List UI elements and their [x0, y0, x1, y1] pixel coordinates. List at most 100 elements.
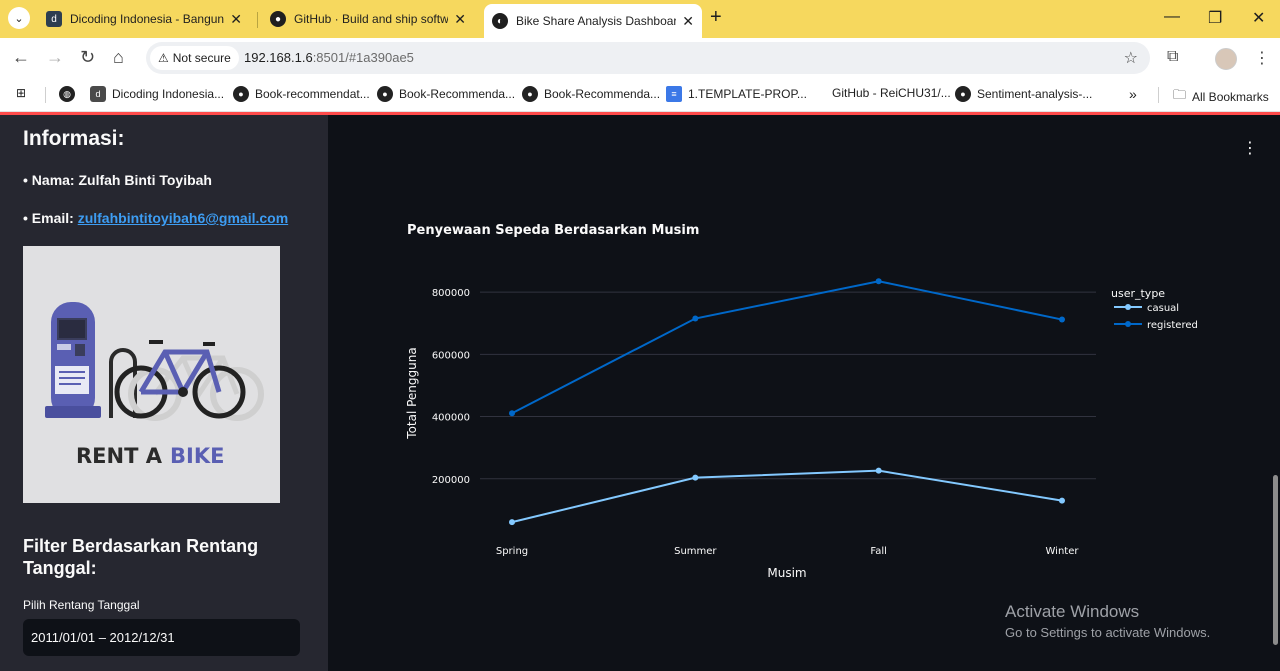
activate-windows-subtitle: Go to Settings to activate Windows. [1005, 625, 1211, 640]
more-bookmarks-icon[interactable]: » [1129, 86, 1137, 102]
sidebar-title: Informasi: [23, 127, 125, 150]
bike-illustration: RENT A BIKE [45, 302, 264, 468]
bookmark-star-icon[interactable]: ☆ [1124, 48, 1138, 68]
github-icon: ● [377, 86, 393, 102]
bookmark-label: Book-Recommenda... [544, 87, 661, 101]
series-line-registered [511, 280, 1063, 415]
bookmark-item[interactable]: ● Sentiment-analysis-... [955, 86, 1092, 102]
close-icon[interactable]: ✕ [230, 11, 242, 28]
streamlit-icon: ◐ [492, 13, 508, 29]
github-icon: ● [522, 86, 538, 102]
url-path: :8501/#1a390ae5 [312, 50, 414, 65]
data-point-registered [1059, 316, 1065, 323]
home-icon[interactable]: ⌂ [113, 47, 124, 68]
bookmark-label: GitHub - ReiCHU31/... [832, 86, 951, 100]
season-line-chart[interactable]: Penyewaan Sepeda Berdasarkan Musim 20000… [328, 115, 1280, 671]
close-icon[interactable]: ✕ [682, 13, 694, 30]
bookmark-label: Book-recommendat... [255, 87, 370, 101]
email-line: • Email: zulfahbintitoyibah6@gmail.com [23, 210, 288, 226]
new-tab-button[interactable]: + [710, 6, 722, 29]
tab-bike-share[interactable]: ◐ Bike Share Analysis Dashboard ✕ [484, 4, 702, 38]
menu-kebab-icon[interactable]: ⋮ [1254, 48, 1270, 68]
profile-avatar[interactable] [1215, 48, 1237, 70]
date-range-label: Pilih Rentang Tanggal [23, 598, 140, 612]
bookmark-item[interactable]: ≡ 1.TEMPLATE-PROP... [666, 86, 807, 102]
x-tick-label: Winter [1046, 546, 1080, 557]
globe-icon[interactable]: ◍ [59, 86, 81, 102]
extensions-icon[interactable]: ⧉ [1167, 48, 1178, 66]
data-point-casual [1059, 497, 1065, 504]
bookmark-label: Book-Recommenda... [399, 87, 516, 101]
tab-github[interactable]: ● GitHub · Build and ship softwar ✕ [262, 4, 474, 34]
bookmark-item[interactable]: ● Book-recommendat... [233, 86, 370, 102]
x-tick-label: Summer [674, 546, 717, 557]
date-range-input[interactable]: 2011/01/01 – 2012/12/31 [23, 619, 300, 656]
folder-icon: 🗀 [1173, 87, 1187, 102]
minimize-icon[interactable]: — [1164, 8, 1180, 26]
activate-windows-title: Activate Windows [1005, 602, 1140, 621]
back-icon[interactable]: ← [12, 47, 30, 68]
legend-marker-casual [1125, 304, 1131, 310]
x-axis-label: Musim [767, 566, 806, 580]
apps-grid-icon[interactable]: ⊞ [16, 86, 26, 100]
close-icon[interactable]: ✕ [454, 11, 466, 28]
tab-title: GitHub · Build and ship softwar [294, 12, 449, 26]
bookmark-label: 1.TEMPLATE-PROP... [688, 87, 807, 101]
chart-title: Penyewaan Sepeda Berdasarkan Musim [407, 223, 699, 238]
bookmark-item[interactable]: GitHub - ReiCHU31/... [832, 86, 951, 100]
y-tick-label: 200000 [432, 475, 470, 486]
data-point-casual [692, 474, 699, 481]
filter-title: Filter Berdasarkan Rentang Tanggal: [23, 536, 259, 578]
warning-icon: ⚠ [158, 51, 169, 65]
y-tick-label: 400000 [432, 413, 470, 424]
github-icon: ● [955, 86, 971, 102]
security-label: Not secure [172, 51, 231, 65]
url-text: 192.168.1.6:8501/#1a390ae5 [244, 50, 414, 65]
tab-strip: ⌄ d Dicoding Indonesia - Bangun K ✕ ● Gi… [0, 0, 1280, 38]
bookmark-item[interactable]: ● Book-Recommenda... [522, 86, 660, 102]
x-tick-label: Spring [496, 546, 528, 557]
dicoding-icon: d [46, 11, 62, 27]
close-window-icon[interactable]: ✕ [1252, 8, 1265, 28]
email-prefix: • Email: [23, 210, 78, 226]
bookmark-item[interactable]: d Dicoding Indonesia... [90, 86, 224, 102]
bookmark-item[interactable]: ● Book-Recommenda... [377, 86, 515, 102]
bookmark-label: Sentiment-analysis-... [977, 87, 1093, 101]
name-line: • Nama: Zulfah Binti Toyibah [23, 172, 212, 188]
image-caption-rent: RENT A [76, 444, 163, 468]
reload-icon[interactable]: ↻ [80, 47, 95, 68]
restore-icon[interactable]: ❐ [1208, 8, 1222, 28]
github-icon: ● [270, 11, 286, 27]
dicoding-icon: d [90, 86, 106, 102]
github-icon: ● [233, 86, 249, 102]
y-axis-label: Total Pengguna [405, 347, 419, 439]
browser-toolbar: ← → ↻ ⌂ ⚠ Not secure 192.168.1.6:8501/#1… [0, 38, 1280, 78]
url-host: 192.168.1.6 [244, 50, 313, 65]
tab-search-button[interactable]: ⌄ [8, 7, 30, 29]
bookmark-divider [45, 87, 46, 103]
data-point-casual [509, 519, 515, 526]
legend-marker-registered [1125, 321, 1131, 327]
scrollbar[interactable] [1273, 475, 1278, 645]
rent-a-bike-image: RENT A BIKE [23, 246, 280, 503]
tab-dicoding[interactable]: d Dicoding Indonesia - Bangun K ✕ [38, 4, 250, 34]
legend-label-casual: casual [1147, 303, 1179, 314]
image-caption-bike: BIKE [170, 444, 224, 468]
tab-divider [257, 12, 258, 28]
chevron-down-icon: ⌄ [14, 12, 24, 25]
legend-title: user_type [1111, 287, 1165, 300]
email-link[interactable]: zulfahbintitoyibah6@gmail.com [78, 210, 288, 226]
all-bookmarks[interactable]: 🗀 All Bookmarks [1173, 86, 1269, 108]
data-point-registered [509, 410, 515, 417]
security-chip[interactable]: ⚠ Not secure [150, 46, 239, 70]
address-bar[interactable]: ⚠ Not secure 192.168.1.6:8501/#1a390ae5 … [146, 42, 1150, 74]
y-tick-label: 800000 [432, 288, 470, 299]
forward-icon[interactable]: → [46, 47, 64, 68]
tab-title: Bike Share Analysis Dashboard [516, 14, 677, 28]
bookmarks-bar: ⊞ ◍ d Dicoding Indonesia... ● Book-recomme… [0, 78, 1280, 112]
y-tick-label: 600000 [432, 350, 470, 361]
data-point-registered [875, 278, 882, 285]
bookmark-divider [1158, 87, 1159, 103]
sidebar: Informasi: • Nama: Zulfah Binti Toyibah … [0, 115, 328, 671]
data-point-casual [875, 467, 882, 474]
